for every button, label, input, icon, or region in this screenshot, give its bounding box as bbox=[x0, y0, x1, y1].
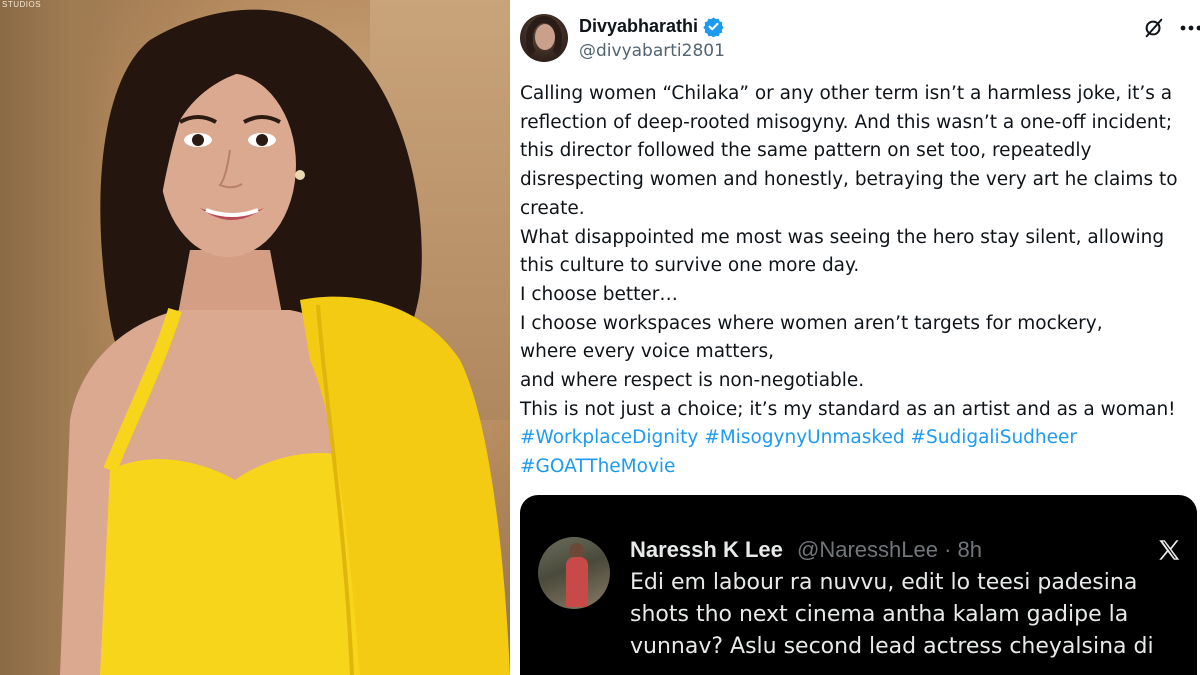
tweet-text: Calling women “Chilaka” or any other ter… bbox=[520, 80, 1192, 482]
embedded-reply-screenshot[interactable]: Naressh K Lee @NaresshLee · 8h Edi em la… bbox=[520, 495, 1197, 675]
promo-photo: STUDIOS bbox=[0, 0, 510, 675]
hashtag-line: #WorkplaceDignity #MisogynyUnmasked #Sud… bbox=[520, 424, 1192, 453]
hashtag-line: #GOATTheMovie bbox=[520, 453, 1192, 482]
grok-icon[interactable] bbox=[1143, 17, 1165, 39]
reply-author-handle-time: @NaresshLee · 8h bbox=[797, 537, 982, 562]
reply-text: Edi em labour ra nuvvu, edit lo teesi pa… bbox=[630, 567, 1190, 663]
x-logo-icon bbox=[1159, 540, 1180, 560]
tweet-text-line: and where respect is non-negotiable. bbox=[520, 370, 865, 392]
tweet-text-line: create. bbox=[520, 197, 585, 219]
tweet-text-line: This is not just a choice; it’s my stand… bbox=[520, 398, 1176, 420]
tweet-text-line: I choose workspaces where women aren’t t… bbox=[520, 312, 1103, 334]
hashtag-link[interactable]: #WorkplaceDignity bbox=[520, 427, 698, 448]
reply-author-avatar bbox=[538, 537, 610, 609]
hashtag-link[interactable]: #GOATTheMovie bbox=[520, 456, 675, 477]
tweet-text-line: Calling women “Chilaka” or any other ter… bbox=[520, 83, 1173, 104]
reply-text-line: shots tho next cinema antha kalam gadipe… bbox=[630, 602, 1129, 627]
tweet-text-line: I choose better… bbox=[520, 283, 678, 305]
verified-badge-icon bbox=[703, 17, 724, 37]
tweet-card: Divyabharathi @divyabarti2801 Calling wo… bbox=[513, 0, 1200, 675]
reply-text-line: vunnav? Aslu second lead actress cheyals… bbox=[630, 634, 1154, 659]
tweet-text-line: where every voice matters, bbox=[520, 341, 775, 363]
hashtag-link[interactable]: #SudigaliSudheer bbox=[910, 427, 1077, 448]
tweet-text-line: What disappointed me most was seeing the… bbox=[520, 226, 1165, 248]
hashtag-link[interactable]: #MisogynyUnmasked bbox=[704, 427, 904, 448]
tweet-text-line: disrespecting women and honestly, betray… bbox=[520, 169, 1178, 191]
tweet-text-line: this director followed the same pattern … bbox=[520, 140, 1092, 162]
tweet-text-line: reflection of deep-rooted misogyny. And … bbox=[520, 111, 1173, 133]
more-horizontal-icon[interactable] bbox=[1179, 24, 1200, 32]
author-avatar[interactable] bbox=[520, 14, 568, 62]
tweet-text-line: this culture to survive one more day. bbox=[520, 255, 860, 277]
reply-text-line: Edi em labour ra nuvvu, edit lo teesi pa… bbox=[630, 570, 1138, 595]
portrait-illustration bbox=[60, 9, 510, 675]
author-display-name[interactable]: Divyabharathi bbox=[579, 16, 698, 37]
author-handle[interactable]: @divyabarti2801 bbox=[579, 41, 725, 61]
reply-author-name: Naressh K Lee bbox=[630, 537, 783, 562]
